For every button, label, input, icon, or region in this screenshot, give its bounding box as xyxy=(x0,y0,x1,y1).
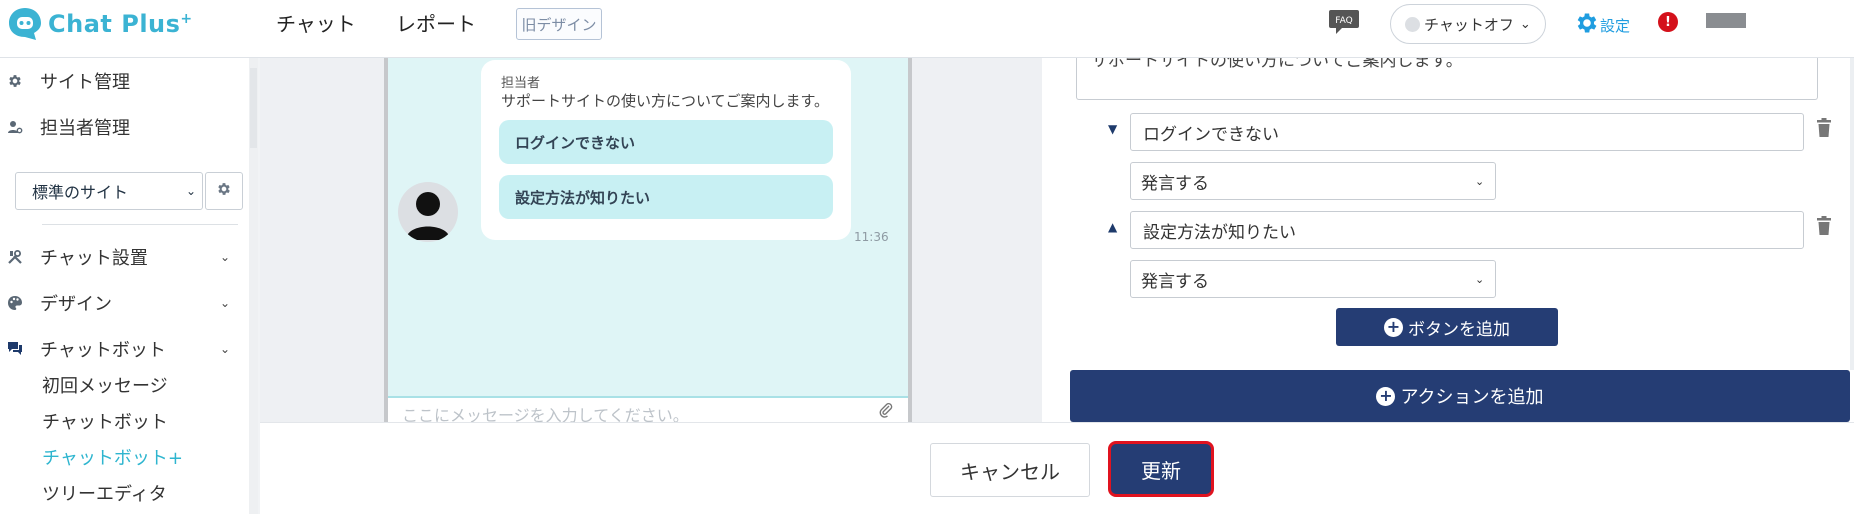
add-action-label: アクションを追加 xyxy=(1400,387,1544,408)
agent-avatar-icon xyxy=(398,182,458,242)
add-button-label: ボタンを追加 xyxy=(1408,319,1510,340)
message-time: 11:36 xyxy=(854,230,889,244)
triangle-down-icon[interactable]: ▼ xyxy=(1108,122,1117,136)
chevron-down-icon: ⌄ xyxy=(220,342,231,356)
user-menu[interactable] xyxy=(1706,13,1746,28)
sidebar-item-design[interactable]: デザイン ⌄ xyxy=(0,288,230,318)
paperclip-icon[interactable] xyxy=(878,402,894,422)
sidebar-item-label: チャットボット xyxy=(40,340,166,361)
sidebar-item-label: 担当者管理 xyxy=(40,118,130,139)
top-bar: Chat Plus+ チャット レポート 旧デザイン FAQ チャットオフ ⌄ … xyxy=(0,0,1854,58)
logo-chat-icon xyxy=(6,6,44,42)
agent-label: 担当者 xyxy=(501,76,541,91)
site-select-value: 標準のサイト xyxy=(32,183,129,202)
sidebar: サイト管理 担当者管理 標準のサイト ⌄ チャット設置 ⌄ デザイン ⌄ チャッ… xyxy=(0,58,258,514)
sidebar-subitem-tree-editor[interactable]: ツリーエディタ xyxy=(42,480,167,506)
scrollbar-thumb[interactable] xyxy=(250,68,257,148)
button-label-input[interactable]: 設定方法が知りたい xyxy=(1130,211,1804,249)
user-gear-icon xyxy=(0,119,30,135)
trash-icon[interactable] xyxy=(1816,216,1832,240)
chevron-down-icon: ⌄ xyxy=(220,296,231,310)
tools-icon xyxy=(0,249,30,265)
plus-circle-icon: + xyxy=(1384,317,1403,337)
sidebar-subitem-first-message[interactable]: 初回メッセージ xyxy=(42,372,168,398)
chevron-down-icon: ⌄ xyxy=(1519,16,1531,32)
gear-icon xyxy=(216,181,232,201)
sidebar-item-label: チャット設置 xyxy=(40,248,148,269)
sidebar-item-chat-setup[interactable]: チャット設置 ⌄ xyxy=(0,242,230,272)
panel-scrollbar[interactable] xyxy=(1850,58,1854,370)
add-button-button[interactable]: + ボタンを追加 xyxy=(1336,308,1558,346)
nav-report[interactable]: レポート xyxy=(396,8,476,37)
palette-icon xyxy=(0,295,30,311)
sidebar-item-label: デザイン xyxy=(40,294,112,315)
nav-chat[interactable]: チャット xyxy=(276,8,356,37)
gear-icon xyxy=(1574,10,1600,40)
sidebar-subitem-chatbot[interactable]: チャットボット xyxy=(42,408,168,434)
status-dot xyxy=(1405,16,1420,32)
sidebar-scrollbar[interactable] xyxy=(249,58,258,514)
action-select-value: 発言する xyxy=(1141,271,1209,292)
textarea-text: サポートサイトの使い方についてご案内します。 xyxy=(1091,58,1463,71)
faq-icon[interactable]: FAQ xyxy=(1328,9,1360,39)
action-select-value: 発言する xyxy=(1141,173,1209,194)
site-settings-button[interactable] xyxy=(205,172,243,210)
logo-text: Chat Plus+ xyxy=(48,10,193,38)
button-label-input[interactable]: ログインできない xyxy=(1130,113,1804,151)
settings-label: 設定 xyxy=(1600,16,1631,35)
chat-bubbles-icon xyxy=(0,341,30,357)
chat-preview: 担当者 サポートサイトの使い方についてご案内します。 ログインできない 設定方法… xyxy=(384,58,912,425)
sidebar-subitem-chatbot-plus[interactable]: チャットボット+ xyxy=(42,444,183,470)
quick-reply-button[interactable]: ログインできない xyxy=(499,120,833,164)
bot-message-text: サポートサイトの使い方についてご案内します。 xyxy=(501,92,830,110)
add-action-button[interactable]: + アクションを追加 xyxy=(1070,370,1850,422)
plus-circle-icon: + xyxy=(1376,386,1396,406)
chevron-down-icon: ⌄ xyxy=(1475,272,1485,286)
bot-message-bubble: 担当者 サポートサイトの使い方についてご案内します。 ログインできない 設定方法… xyxy=(481,60,851,240)
update-button[interactable]: 更新 xyxy=(1108,441,1214,497)
sidebar-divider xyxy=(42,224,238,225)
logo[interactable]: Chat Plus+ xyxy=(6,6,193,42)
chat-status-label: チャットオフ xyxy=(1424,15,1514,34)
alert-icon[interactable]: ! xyxy=(1658,12,1678,32)
chatbot-editor-panel: サポートサイトの使い方についてご案内します。 ▼ ログインできない 発言する ⌄… xyxy=(1042,58,1854,422)
gear-icon xyxy=(0,73,30,89)
old-design-button[interactable]: 旧デザイン xyxy=(516,8,602,40)
action-select[interactable]: 発言する ⌄ xyxy=(1130,260,1496,298)
cancel-button[interactable]: キャンセル xyxy=(930,443,1090,497)
sidebar-item-site-admin[interactable]: サイト管理 xyxy=(0,66,130,96)
message-textarea[interactable]: サポートサイトの使い方についてご案内します。 xyxy=(1076,58,1818,100)
chat-status-dropdown[interactable]: チャットオフ ⌄ xyxy=(1390,4,1546,44)
quick-reply-button[interactable]: 設定方法が知りたい xyxy=(499,175,833,219)
chevron-down-icon: ⌄ xyxy=(1475,174,1485,188)
chat-message-input[interactable]: ここにメッセージを入力してください。 xyxy=(388,396,908,425)
footer-actions: キャンセル 更新 xyxy=(260,422,1854,514)
svg-text:FAQ: FAQ xyxy=(1335,16,1352,26)
chevron-down-icon: ⌄ xyxy=(186,184,197,198)
sidebar-item-chatbot[interactable]: チャットボット ⌄ xyxy=(0,334,230,364)
settings-link[interactable]: 設定 xyxy=(1574,10,1630,40)
sidebar-item-label: サイト管理 xyxy=(40,72,130,93)
sidebar-item-staff-admin[interactable]: 担当者管理 xyxy=(0,112,130,142)
triangle-up-icon[interactable]: ▲ xyxy=(1108,220,1117,234)
trash-icon[interactable] xyxy=(1816,118,1832,142)
action-select[interactable]: 発言する ⌄ xyxy=(1130,162,1496,200)
site-select[interactable]: 標準のサイト ⌄ xyxy=(15,172,203,210)
chevron-down-icon: ⌄ xyxy=(220,250,231,264)
